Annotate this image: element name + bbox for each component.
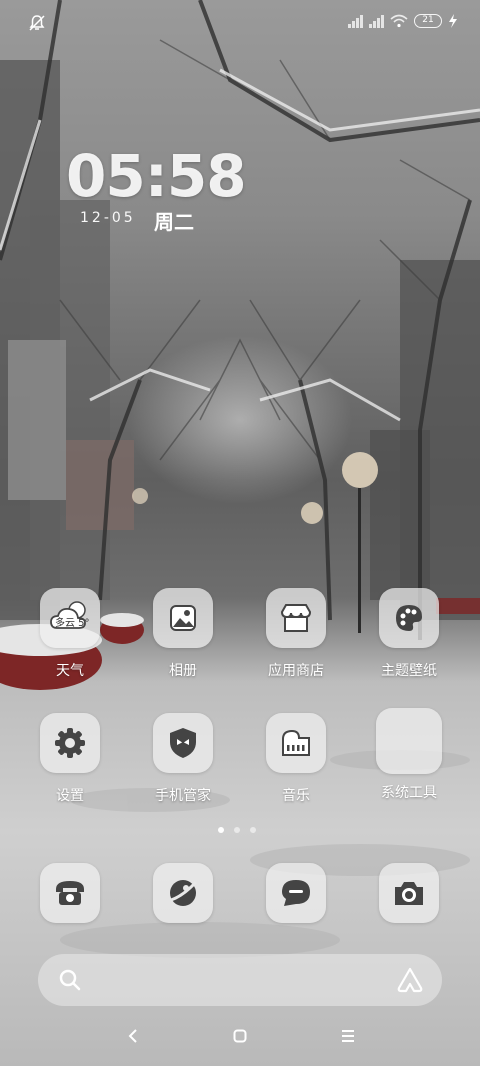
app-gallery[interactable]: 相册	[128, 588, 238, 680]
app-settings[interactable]: 设置	[15, 713, 125, 805]
menu-icon[interactable]	[341, 1028, 355, 1044]
app-label: 天气	[56, 663, 84, 679]
app-security[interactable]: 手机管家	[128, 713, 238, 805]
search-bar[interactable]	[38, 954, 442, 1006]
app-store-icon	[266, 588, 326, 648]
weather-text: 多云 5°	[55, 618, 90, 629]
home-icon[interactable]	[233, 1028, 247, 1044]
wifi-icon	[390, 14, 408, 28]
app-label: 手机管家	[155, 788, 211, 804]
page-indicator[interactable]	[218, 827, 256, 833]
signal-2-icon	[369, 14, 384, 28]
app-label: 主题壁纸	[381, 663, 437, 679]
phone-icon[interactable]	[40, 863, 100, 923]
gear-icon	[40, 713, 100, 773]
clock-date: 12-05	[80, 210, 136, 226]
gallery-icon	[153, 588, 213, 648]
search-icon[interactable]	[58, 968, 82, 992]
browser-icon[interactable]	[153, 863, 213, 923]
app-label: 系统工具	[381, 785, 437, 801]
signal-1-icon	[348, 14, 363, 28]
app-label: 应用商店	[268, 663, 324, 679]
battery-indicator: 21	[414, 14, 442, 28]
clock-time[interactable]: 05:58	[66, 142, 247, 210]
folder-grid-icon	[376, 708, 442, 774]
page-dot[interactable]	[218, 827, 224, 833]
app-label: 设置	[56, 788, 84, 804]
clock-weekday: 周二	[154, 210, 194, 234]
app-label: 相册	[169, 663, 197, 679]
camera-icon[interactable]	[379, 863, 439, 923]
status-bar: 21	[0, 0, 480, 44]
weather-cloud-icon: 多云 5°	[40, 588, 100, 648]
app-music[interactable]: 音乐	[241, 713, 351, 805]
messages-icon[interactable]	[266, 863, 326, 923]
back-icon[interactable]	[126, 1028, 140, 1044]
app-weather[interactable]: 多云 5° 天气	[15, 588, 125, 680]
app-themes[interactable]: 主题壁纸	[354, 588, 464, 680]
navigation-bar	[0, 1006, 480, 1066]
page-dot[interactable]	[250, 827, 256, 833]
folder-system-tools[interactable]: 系统工具	[354, 708, 464, 802]
app-label: 音乐	[282, 788, 310, 804]
palette-icon	[379, 588, 439, 648]
notifications-muted-icon	[29, 15, 45, 31]
page-dot[interactable]	[234, 827, 240, 833]
app-store[interactable]: 应用商店	[241, 588, 351, 680]
charging-bolt-icon	[449, 14, 457, 28]
security-shield-icon	[153, 713, 213, 773]
piano-icon	[266, 713, 326, 773]
assistant-icon[interactable]	[396, 966, 424, 994]
